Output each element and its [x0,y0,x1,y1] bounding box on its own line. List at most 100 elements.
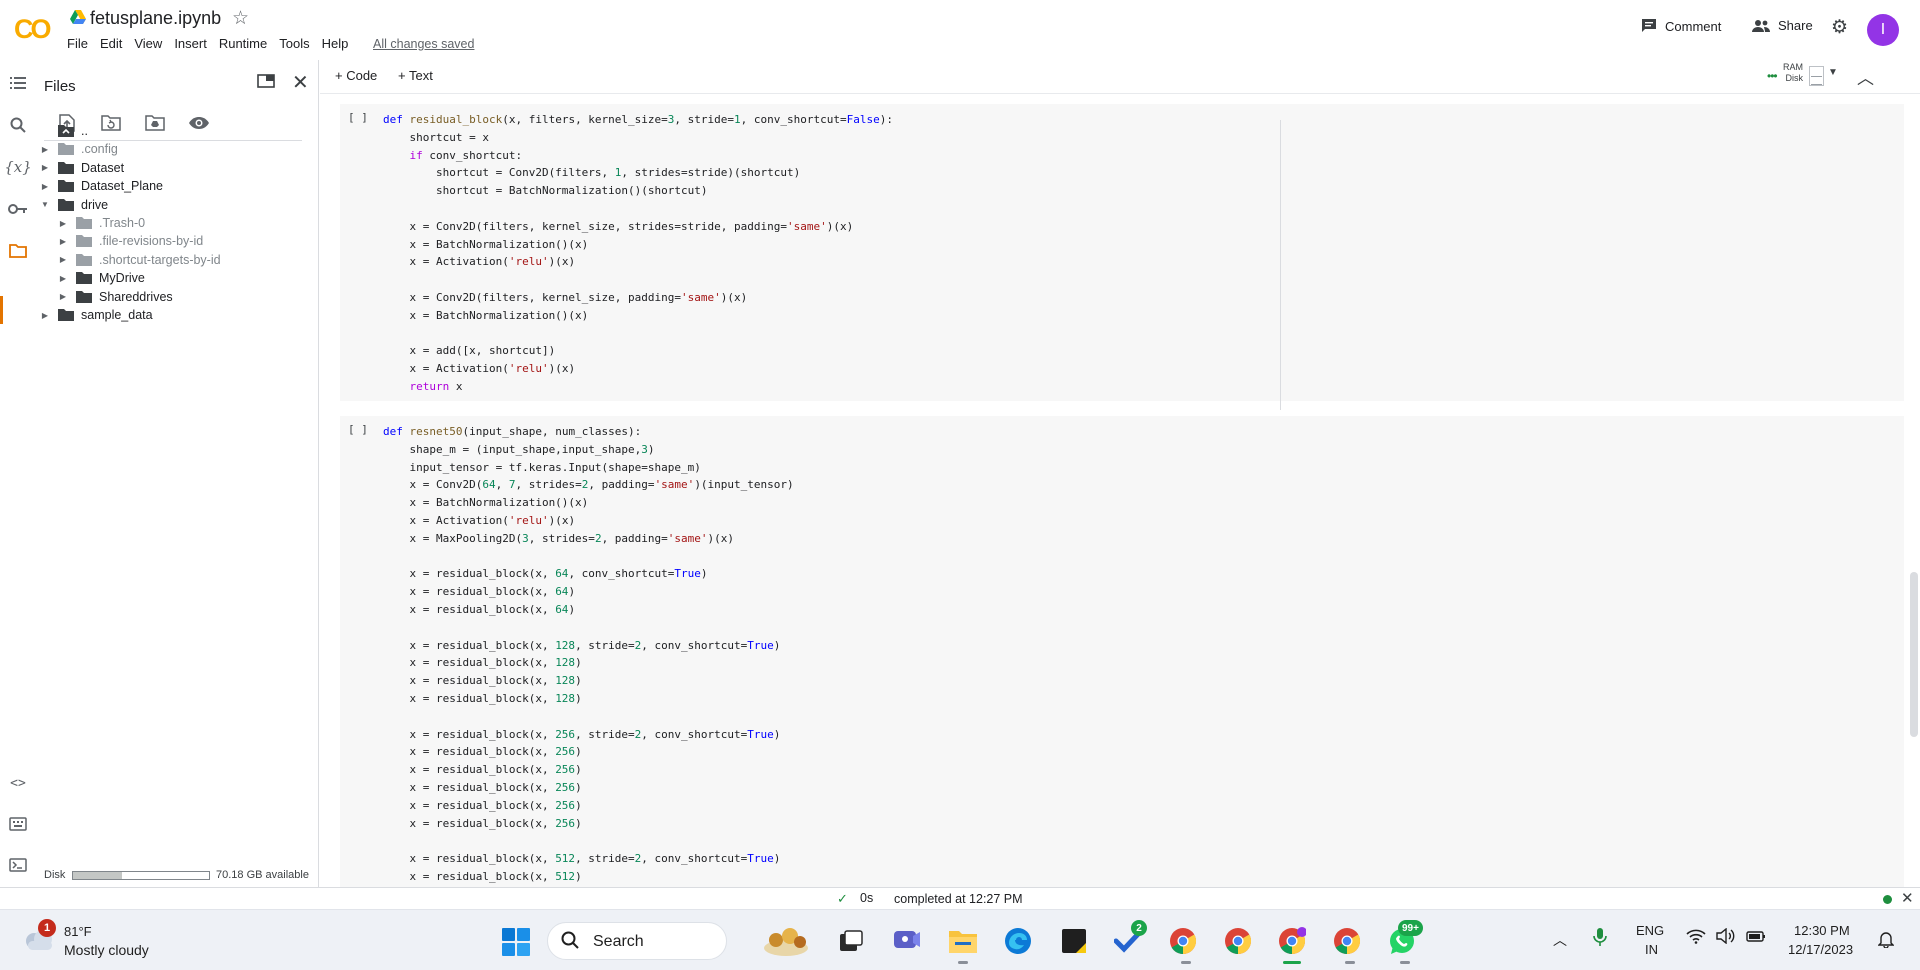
collapse-caret-icon[interactable]: ▶ [40,145,50,154]
code-token: x = residual_block(x, [383,780,556,794]
code-token: 512 [555,869,576,883]
folder-icon[interactable] [7,240,29,262]
windows-start-icon[interactable] [502,928,530,956]
code-cell[interactable]: [ ] def residual_block(x, filters, kerne… [340,104,1904,410]
menu-runtime[interactable]: Runtime [219,36,267,51]
file-tree-item[interactable]: .. [40,121,88,141]
file-tree-item[interactable]: ▶ Dataset_Plane [40,176,163,196]
code-token: , stride= [674,113,735,126]
code-snippets-icon[interactable]: <> [7,772,29,794]
code-token: x = Activation( [383,362,509,376]
run-cell-button[interactable]: [ ] [348,423,368,436]
file-tree-item[interactable]: ▶ .shortcut-targets-by-id [58,250,221,270]
chrome-profile-icon[interactable] [1276,925,1308,957]
chevron-up-icon[interactable]: ︿ [1553,930,1567,950]
code-line: x = Conv2D(filters, kernel_size, strides… [383,218,893,236]
add-code-button[interactable]: + Code [335,68,377,83]
chevron-up-icon[interactable]: ︿ [1857,64,1874,89]
language-region[interactable]: IN [1645,942,1658,957]
chrome-profile-icon[interactable] [1222,925,1254,957]
table-of-contents-icon[interactable] [7,72,29,94]
command-palette-icon[interactable] [7,813,29,835]
file-explorer-icon[interactable] [947,925,979,957]
close-icon[interactable]: ✕ [292,70,309,95]
search-icon[interactable] [7,114,29,136]
colab-logo[interactable]: CO [14,14,51,45]
weather-description[interactable]: Mostly cloudy [64,942,149,958]
terminal-icon[interactable] [7,854,29,876]
collapse-caret-icon[interactable]: ▶ [40,182,50,191]
code-token: 256 [555,745,576,759]
resource-graph[interactable] [1809,66,1824,86]
weather-temperature[interactable]: 81°F [64,924,92,939]
microphone-icon[interactable] [1593,927,1607,952]
menu-insert[interactable]: Insert [174,36,207,51]
hidden-files-icon[interactable] [188,112,210,134]
close-icon[interactable]: ✕ [1901,889,1914,907]
collapse-caret-icon[interactable]: ▶ [58,255,68,264]
cell-code[interactable]: def residual_block(x, filters, kernel_si… [383,111,893,396]
volume-icon[interactable] [1716,928,1736,944]
file-tree-item[interactable]: ▶ Shareddrives [58,287,173,307]
file-tree-item[interactable]: ▶ MyDrive [58,268,145,288]
save-status-link[interactable]: All changes saved [373,37,474,51]
file-tree-label: Dataset [81,160,125,175]
collapse-caret-icon[interactable]: ▶ [58,237,68,246]
edge-icon[interactable] [1002,925,1034,957]
key-icon[interactable] [7,198,29,220]
refresh-icon[interactable] [100,112,122,134]
add-text-button[interactable]: + Text [398,68,433,83]
menu-view[interactable]: View [134,36,162,51]
battery-icon[interactable] [1746,928,1766,944]
resource-monitor[interactable]: RAM Disk [1783,62,1803,84]
code-token: x = residual_block(x, [383,869,556,883]
code-token: , conv_shortcut= [568,567,675,581]
menu-help[interactable]: Help [322,36,349,51]
open-in-tab-icon[interactable] [257,74,275,93]
file-tree-item[interactable]: ▼ drive [40,195,108,215]
notebook-title[interactable]: fetusplane.ipynb [90,8,221,29]
menu-file[interactable]: File [67,36,88,51]
star-icon[interactable]: ☆ [232,7,249,30]
menu-tools[interactable]: Tools [279,36,309,51]
collapse-caret-icon[interactable]: ▶ [58,292,68,301]
notebook-scrollbar[interactable] [1910,572,1918,737]
chevron-down-icon[interactable]: ▼ [1828,67,1838,78]
sticky-notes-icon[interactable] [1058,925,1090,957]
avatar[interactable]: I [1867,14,1899,46]
system-tray[interactable] [1686,928,1766,944]
code-token: 64 [555,602,569,616]
menu-edit[interactable]: Edit [100,36,122,51]
teams-meet-icon[interactable] [891,925,923,957]
execution-status[interactable]: completed at 12:27 PM [894,892,1023,906]
file-tree-item[interactable]: ▶ .Trash-0 [58,213,145,233]
language-indicator[interactable]: ENG [1636,923,1664,938]
share-button[interactable]: Share [1752,18,1813,33]
variables-icon[interactable]: {x} [4,156,32,178]
mount-drive-icon[interactable] [144,112,166,134]
chrome-profile-icon[interactable] [1331,925,1363,957]
notifications-icon[interactable] [1877,930,1895,953]
taskbar-search[interactable]: Search [547,922,727,960]
file-tree-item[interactable]: ▶ .file-revisions-by-id [58,231,203,251]
collapse-caret-icon[interactable]: ▶ [58,219,68,228]
expand-caret-icon[interactable]: ▼ [40,200,50,209]
clock-date[interactable]: 12/17/2023 [1788,942,1853,957]
collapse-caret-icon[interactable]: ▶ [40,311,50,320]
clock-time[interactable]: 12:30 PM [1794,923,1850,938]
file-tree-item[interactable]: ▶ sample_data [40,305,153,325]
collapse-caret-icon[interactable]: ▶ [58,274,68,283]
comment-button[interactable]: Comment [1641,18,1721,34]
chrome-profile-icon[interactable] [1167,925,1199,957]
file-tree-item[interactable]: ▶ .config [40,139,118,159]
collapse-caret-icon[interactable]: ▶ [40,163,50,172]
cell-code[interactable]: def resnet50(input_shape, num_classes): … [383,423,794,886]
run-cell-button[interactable]: [ ] [348,111,368,124]
search-highlight-icon[interactable] [762,924,810,958]
code-token: x = BatchNormalization()(x) [383,308,589,322]
code-cell[interactable]: [ ] def resnet50(input_shape, num_classe… [340,416,1904,887]
task-view-icon[interactable] [835,925,867,957]
wifi-icon[interactable] [1686,928,1706,944]
file-tree-item[interactable]: ▶ Dataset [40,158,124,178]
gear-icon[interactable]: ⚙ [1831,16,1848,39]
